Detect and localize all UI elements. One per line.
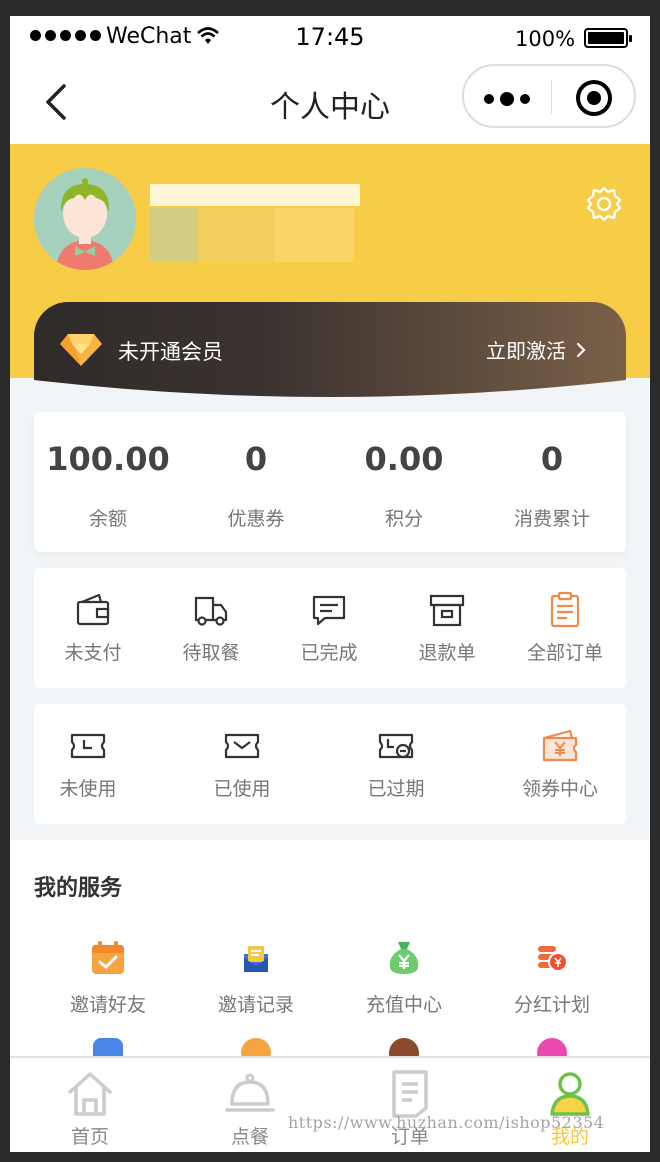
phone-screen: WeChat 17:45 100% 个人中心 未开通会员 立即激活 100.00… [10, 16, 650, 1152]
order-refund[interactable]: 退款单 [388, 590, 506, 665]
service-dividend-plan[interactable]: 分红计划 [478, 940, 626, 1017]
more-dots-icon[interactable] [484, 92, 530, 106]
coins-icon [538, 946, 568, 972]
watermark-text: https://www.huzhan.com/ishop52354 [288, 1113, 605, 1132]
tab-order-food[interactable]: 点餐 [170, 1068, 330, 1149]
coupon-label: 领券中心 [521, 778, 598, 800]
home-icon [68, 1072, 112, 1116]
order-label: 待取餐 [182, 642, 240, 664]
archive-icon [429, 594, 465, 627]
service-label: 邀请好友 [69, 994, 146, 1016]
status-bar: WeChat 17:45 100% [10, 16, 650, 60]
activate-label: 立即激活 [486, 339, 566, 363]
stats-card: 100.00 余额 0 优惠券 0.00 积分 0 消费累计 [34, 412, 626, 552]
avatar-girl-icon [34, 168, 136, 270]
service-label: 邀请记录 [217, 994, 294, 1016]
services-title: 我的服务 [34, 876, 123, 901]
target-icon[interactable] [576, 80, 612, 116]
stat-value: 0 [540, 440, 564, 478]
tab-orders[interactable]: 订单 [330, 1068, 490, 1149]
stat-balance[interactable]: 100.00 余额 [34, 440, 182, 531]
coupon-label: 已使用 [213, 778, 271, 800]
coupon-label: 已过期 [367, 778, 425, 800]
chevron-right-icon [576, 342, 586, 357]
stat-label: 余额 [88, 508, 127, 530]
service-label: 充值中心 [365, 994, 442, 1016]
tab-label: 首页 [70, 1126, 109, 1148]
order-unpaid[interactable]: 未支付 [34, 590, 152, 665]
order-label: 已完成 [300, 642, 358, 664]
battery-percent: 100% [515, 27, 576, 51]
coupon-center[interactable]: 领券中心 [486, 726, 634, 801]
coupon-yen-icon [542, 729, 578, 762]
battery-icon [584, 28, 632, 48]
service-label: 分红计划 [513, 994, 590, 1016]
stat-label: 优惠券 [227, 508, 285, 530]
stat-label: 积分 [384, 508, 423, 530]
stat-value: 100.00 [46, 440, 170, 478]
message-icon [312, 595, 346, 626]
avatar[interactable] [34, 168, 136, 270]
stat-value: 0.00 [364, 440, 444, 478]
coupon-used[interactable]: 已使用 [168, 726, 316, 801]
capsule-divider [551, 80, 552, 114]
service-invite-records[interactable]: 邀请记录 [182, 940, 330, 1017]
money-bag-icon [389, 942, 419, 974]
calendar-check-icon [92, 941, 124, 974]
ticket-check-icon [224, 733, 260, 759]
mini-program-capsule [462, 64, 636, 128]
tab-home[interactable]: 首页 [10, 1068, 170, 1149]
order-pending-pickup[interactable]: 待取餐 [152, 590, 270, 665]
service-recharge-center[interactable]: 充值中心 [330, 940, 478, 1017]
orders-card: 未支付 待取餐 已完成 退款单 全部订单 [34, 568, 626, 688]
ticket-expired-icon [378, 733, 414, 759]
tab-bar: 首页 点餐 订单 我的 [10, 1056, 650, 1152]
stat-points[interactable]: 0.00 积分 [330, 440, 478, 531]
stat-value: 0 [244, 440, 268, 478]
gear-icon[interactable] [584, 184, 624, 224]
mail-record-icon [244, 946, 268, 972]
service-invite-friends[interactable]: 邀请好友 [34, 940, 182, 1017]
ticket-clock-icon [70, 733, 106, 759]
coupons-card: 未使用 已使用 已过期 领券中心 [34, 704, 626, 824]
order-label: 退款单 [418, 642, 476, 664]
stat-label: 消费累计 [513, 508, 590, 530]
coupon-unused[interactable]: 未使用 [14, 726, 162, 801]
coupon-label: 未使用 [59, 778, 117, 800]
order-completed[interactable]: 已完成 [270, 590, 388, 665]
activate-vip-link[interactable]: 立即激活 [486, 335, 586, 364]
stat-coupons[interactable]: 0 优惠券 [182, 440, 330, 531]
username-redacted [150, 184, 360, 264]
truck-icon [194, 596, 228, 626]
clipboard-icon [550, 591, 580, 628]
coupon-expired[interactable]: 已过期 [322, 726, 470, 801]
nav-bar: 个人中心 [10, 60, 650, 144]
stat-total-spend[interactable]: 0 消费累计 [478, 440, 626, 531]
vip-card[interactable]: 未开通会员 立即激活 [34, 302, 626, 402]
order-label: 全部订单 [526, 642, 603, 664]
diamond-icon [60, 334, 102, 366]
vip-status-label: 未开通会员 [118, 340, 223, 364]
order-label: 未支付 [64, 642, 122, 664]
wallet-icon [76, 593, 110, 626]
tab-mine[interactable]: 我的 [490, 1068, 650, 1149]
dish-cover-icon [225, 1073, 275, 1112]
order-all[interactable]: 全部订单 [506, 590, 624, 665]
services-section: 我的服务 邀请好友 邀请记录 充值中心 分红计划 [10, 840, 650, 1068]
